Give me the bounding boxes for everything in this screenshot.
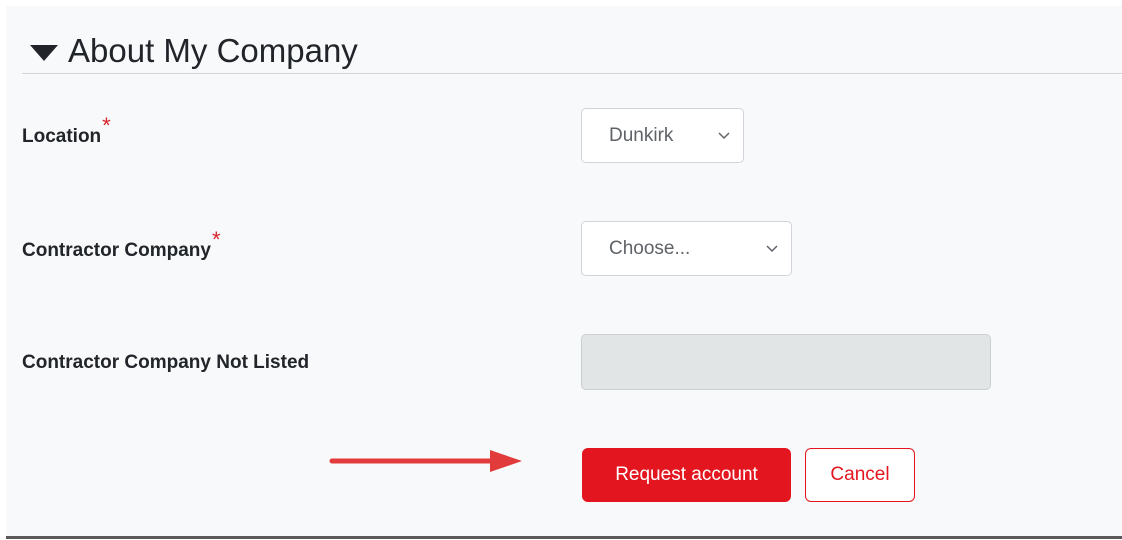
chevron-down-icon — [766, 244, 778, 252]
section-title: About My Company — [68, 32, 358, 69]
contractor-company-select[interactable]: Choose... — [581, 221, 792, 276]
chevron-down-icon — [718, 131, 730, 139]
contractor-company-required-mark: * — [211, 227, 221, 252]
form-panel — [6, 6, 1122, 538]
contractor-company-select-value: Choose... — [609, 237, 691, 259]
cancel-button[interactable]: Cancel — [805, 448, 915, 502]
contractor-not-listed-label: Contractor Company Not Listed — [22, 352, 310, 373]
red-arrow-icon — [329, 450, 522, 472]
bottom-divider — [6, 536, 1122, 539]
location-required-mark: * — [102, 113, 111, 138]
location-select-value: Dunkirk — [609, 124, 674, 146]
contractor-company-label: Contractor Company* — [22, 227, 221, 262]
section-divider — [22, 73, 1122, 74]
location-label: Location* — [22, 113, 111, 148]
request-account-button[interactable]: Request account — [582, 448, 791, 502]
location-select[interactable]: Dunkirk — [581, 108, 744, 163]
contractor-company-label-text: Contractor Company — [22, 240, 211, 261]
caret-down-icon — [30, 45, 58, 61]
contractor-not-listed-input[interactable] — [581, 334, 991, 390]
section-header-toggle[interactable]: About My Company — [30, 28, 358, 74]
location-label-text: Location — [22, 126, 102, 147]
